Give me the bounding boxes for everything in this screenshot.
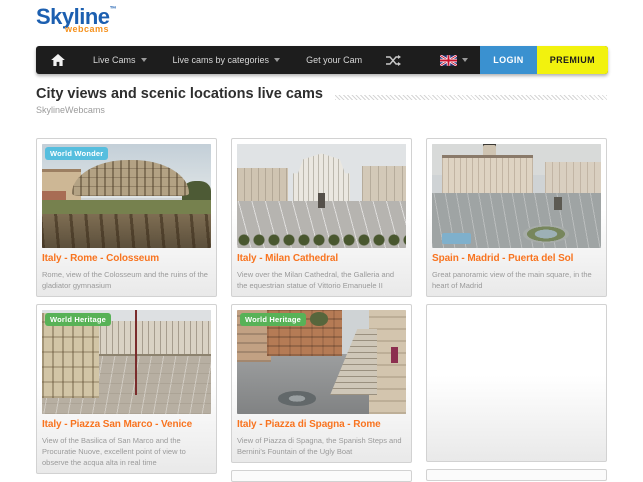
webcam-card-piazza-san-marco[interactable]: World Heritage Italy - Piazza San Marco … xyxy=(36,304,217,474)
navbar-spacer xyxy=(412,46,428,74)
webcam-card-piazza-di-spagna[interactable]: World Heritage Italy - Piazza di Spagna … xyxy=(231,304,412,463)
webcam-description: View over the Milan Cathedral, the Galle… xyxy=(237,269,406,291)
grid-column-2: Italy - Milan Cathedral View over the Mi… xyxy=(231,138,412,482)
puerta-del-sol-image xyxy=(432,144,601,248)
webcam-card-milan-cathedral[interactable]: Italy - Milan Cathedral View over the Mi… xyxy=(231,138,412,297)
login-button[interactable]: LOGIN xyxy=(480,46,537,74)
chevron-down-icon xyxy=(141,58,147,62)
building-shape xyxy=(545,162,601,195)
banner-shape xyxy=(391,347,398,363)
page-title: City views and scenic locations live cam… xyxy=(36,86,323,102)
grid-column-3: Spain - Madrid - Puerta del Sol Great pa… xyxy=(426,138,607,482)
milan-cathedral-image xyxy=(237,144,406,248)
bus-shape xyxy=(442,233,471,243)
webcam-thumbnail-colosseum[interactable]: World Wonder xyxy=(42,144,211,248)
main-navbar: Live Cams Live cams by categories Get yo… xyxy=(36,46,608,74)
nav-item-label: Get your Cam xyxy=(306,55,362,65)
fountain-shape xyxy=(278,391,317,406)
chevron-down-icon xyxy=(462,58,468,62)
tree-shape xyxy=(310,312,329,326)
webcam-title[interactable]: Italy - Piazza di Spagna - Rome xyxy=(237,419,406,431)
webcam-thumbnail-puerta-del-sol[interactable] xyxy=(432,144,601,248)
next-row-card-partial xyxy=(231,470,412,482)
next-row-card-partial xyxy=(426,469,607,481)
dotted-divider xyxy=(335,95,607,100)
nav-item-label: Live Cams xyxy=(93,55,136,65)
premium-button[interactable]: PREMIUM xyxy=(537,46,608,74)
webcam-description: Rome, view of the Colosseum and the ruin… xyxy=(42,269,211,291)
random-cam-button[interactable] xyxy=(375,46,412,74)
webcam-title[interactable]: Italy - Rome - Colosseum xyxy=(42,253,211,265)
shuffle-icon xyxy=(386,55,401,66)
home-icon xyxy=(51,54,65,66)
webcam-description: Great panoramic view of the main square,… xyxy=(432,269,601,291)
nav-item-get-your-cam[interactable]: Get your Cam xyxy=(293,46,375,74)
page-subtitle: SkylineWebcams xyxy=(36,105,607,115)
chevron-down-icon xyxy=(274,58,280,62)
webcam-thumbnail-piazza-san-marco[interactable]: World Heritage xyxy=(42,310,211,414)
fountain-shape xyxy=(523,225,569,243)
building-shape xyxy=(442,158,533,195)
world-wonder-badge: World Wonder xyxy=(45,147,108,160)
building-shape xyxy=(237,168,288,202)
nav-item-label: Live cams by categories xyxy=(173,55,270,65)
flagpole-shape xyxy=(135,310,137,395)
webcam-title[interactable]: Italy - Milan Cathedral xyxy=(237,253,406,265)
grid-column-1: World Wonder Italy - Rome - Colosseum Ro… xyxy=(36,138,217,482)
ruins-shape xyxy=(42,214,211,248)
building-shape xyxy=(362,166,406,202)
webcam-thumbnail-milan-cathedral[interactable] xyxy=(237,144,406,248)
webcam-card-colosseum[interactable]: World Wonder Italy - Rome - Colosseum Ro… xyxy=(36,138,217,297)
language-selector[interactable] xyxy=(428,46,480,74)
webcam-card-placeholder xyxy=(426,304,607,462)
webcam-title[interactable]: Spain - Madrid - Puerta del Sol xyxy=(432,253,601,265)
webcam-description: View of Piazza di Spagna, the Spanish St… xyxy=(237,435,406,457)
world-heritage-badge: World Heritage xyxy=(240,313,306,326)
webcam-thumbnail-piazza-di-spagna[interactable]: World Heritage xyxy=(237,310,406,414)
uk-flag-icon xyxy=(440,55,457,66)
webcam-title[interactable]: Italy - Piazza San Marco - Venice xyxy=(42,419,211,431)
trademark-symbol: ™ xyxy=(110,6,117,13)
webcam-card-puerta-del-sol[interactable]: Spain - Madrid - Puerta del Sol Great pa… xyxy=(426,138,607,297)
world-heritage-badge: World Heritage xyxy=(45,313,111,326)
home-button[interactable] xyxy=(36,46,80,74)
statue-shape xyxy=(318,193,325,209)
trees-shape xyxy=(237,234,406,248)
nav-item-live-cams[interactable]: Live Cams xyxy=(80,46,160,74)
statue-shape xyxy=(554,197,562,209)
page-header: City views and scenic locations live cam… xyxy=(36,86,607,115)
skyline-logo[interactable]: Skyline™ webcams xyxy=(36,6,116,34)
nav-item-live-cams-by-categories[interactable]: Live cams by categories xyxy=(160,46,294,74)
webcam-grid: World Wonder Italy - Rome - Colosseum Ro… xyxy=(36,138,607,482)
webcam-description: View of the Basilica of San Marco and th… xyxy=(42,435,211,468)
